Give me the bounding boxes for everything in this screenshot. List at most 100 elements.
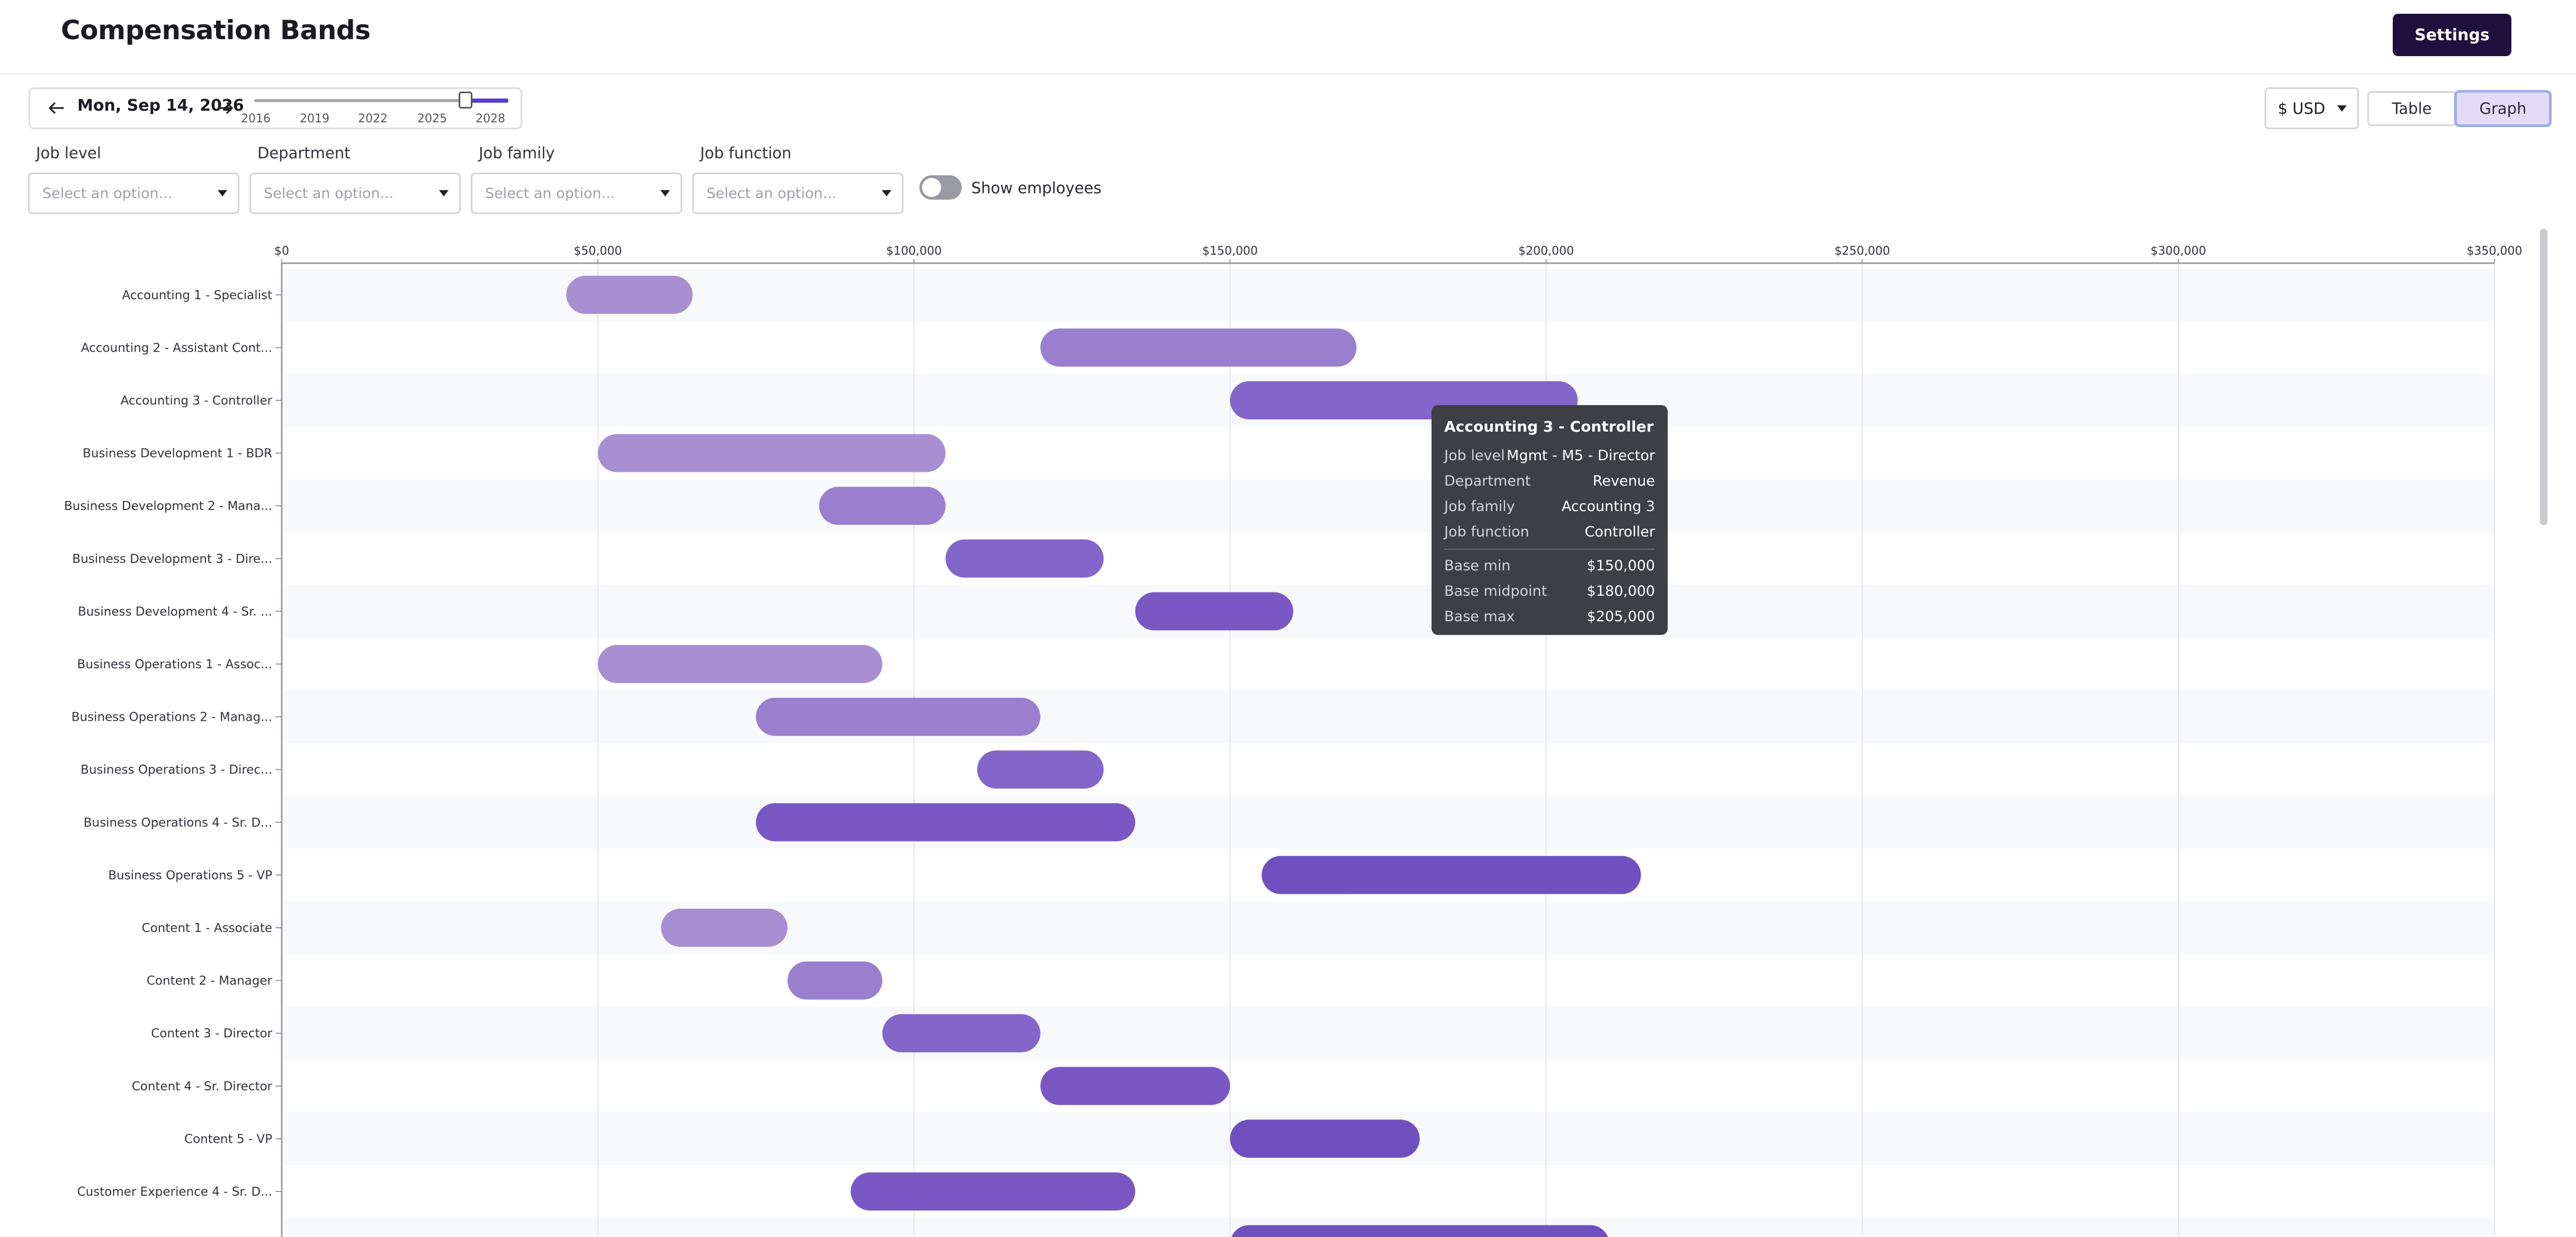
tooltip-key: Base max: [1444, 608, 1515, 625]
x-tick-label: $100,000: [886, 245, 942, 258]
date-slider-fill: [466, 98, 508, 103]
tooltip-title: Accounting 3 - Controller: [1444, 418, 1654, 435]
show-employees-label: Show employees: [971, 179, 1102, 197]
next-date-button[interactable]: [214, 96, 237, 120]
tooltip-value: $205,000: [1587, 608, 1655, 625]
tooltip-value: Revenue: [1593, 472, 1655, 489]
band-bar: [1135, 592, 1293, 631]
filter-label-job-level: Job level: [36, 144, 101, 162]
band-bar: [1040, 1066, 1230, 1105]
arrow-right-icon: [218, 102, 233, 114]
caret-down-icon: [882, 190, 891, 196]
job-level-select[interactable]: Select an option...: [28, 173, 239, 214]
year-tick: 2019: [300, 112, 329, 126]
tooltip-row: Base max $205,000: [1444, 604, 1655, 629]
band-bar: [756, 803, 1135, 841]
tooltip-row: Job level Mgmt - M5 - Director: [1444, 443, 1655, 468]
x-tick-label: $0: [274, 245, 289, 258]
year-tick: 2022: [358, 112, 388, 126]
year-tick: 2028: [476, 112, 505, 126]
compensation-bands-chart: $0 $50,000 $100,000 $150,000 $200,000 $250,00…: [64, 245, 2522, 1237]
tooltip-value: $150,000: [1587, 557, 1655, 574]
tooltip-value: Mgmt - M5 - Director: [1506, 447, 1655, 464]
tooltip-row: Department Revenue: [1444, 468, 1655, 494]
row-stripe: [282, 585, 2494, 638]
band-bar: [597, 434, 946, 472]
band-bar: [756, 697, 1041, 736]
settings-button[interactable]: Settings: [2393, 14, 2511, 56]
tooltip-row: Job function Controller: [1444, 519, 1655, 544]
band-label: Business Operations 2 - Manag...: [71, 711, 272, 724]
tooltip-key: Job family: [1444, 498, 1515, 515]
band-label: Customer Experience 4 - Sr. D...: [77, 1185, 272, 1199]
band-bar: [882, 1014, 1041, 1053]
arrow-left-icon: [49, 102, 64, 114]
band-label: Business Development 2 - Mana...: [64, 499, 272, 513]
tooltip-row: Job family Accounting 3: [1444, 494, 1655, 519]
currency-select[interactable]: $ USD: [2265, 87, 2359, 129]
band-label: Business Operations 4 - Sr. D...: [84, 816, 272, 830]
year-tick: 2025: [417, 112, 447, 126]
band-bar: [1231, 1225, 1608, 1237]
x-tick-label: $300,000: [2151, 245, 2206, 258]
filter-label-job-family: Job family: [479, 144, 555, 162]
filter-label-job-function: Job function: [700, 144, 792, 162]
tooltip-key: Department: [1444, 472, 1531, 489]
select-placeholder: Select an option...: [485, 185, 615, 202]
tab-table[interactable]: Table: [2367, 91, 2456, 126]
toggle-knob: [922, 178, 941, 197]
caret-down-icon: [218, 190, 227, 196]
band-bar: [1040, 328, 1357, 367]
band-bar: [945, 539, 1104, 578]
band-bar: [1230, 1119, 1420, 1158]
previous-date-button[interactable]: [44, 96, 68, 120]
year-tick: 2016: [241, 112, 271, 126]
caret-down-icon: [660, 190, 670, 196]
band-label: Content 3 - Director: [151, 1027, 272, 1041]
row-stripe: [282, 690, 2494, 743]
tooltip-value: Controller: [1585, 523, 1655, 540]
band-label: Business Development 3 - Dire...: [72, 552, 272, 566]
band-bar: [787, 961, 883, 1000]
band-label: Accounting 2 - Assistant Cont...: [81, 341, 272, 355]
job-function-select[interactable]: Select an option...: [692, 173, 904, 214]
x-tick-label: $50,000: [574, 245, 622, 258]
date-slider-thumb[interactable]: [459, 92, 472, 109]
job-family-select[interactable]: Select an option...: [471, 173, 682, 214]
row-stripe: [282, 901, 2494, 954]
tab-graph[interactable]: Graph: [2454, 90, 2552, 127]
row-stripe: [282, 796, 2494, 849]
department-select[interactable]: Select an option...: [249, 173, 461, 214]
row-stripe: [282, 479, 2494, 532]
band-label: Content 2 - Manager: [147, 974, 273, 988]
band-tooltip: Accounting 3 - Controller Job level Mgmt …: [1432, 405, 1668, 635]
select-placeholder: Select an option...: [264, 185, 394, 202]
tooltip-divider: [1444, 549, 1655, 550]
band-label: Business Operations 3 - Direc...: [80, 763, 272, 777]
x-tick-label: $200,000: [1518, 245, 1574, 258]
chart-scrollbar[interactable]: [2540, 229, 2547, 525]
band-label: Business Development 4 - Sr. ...: [78, 605, 272, 618]
select-placeholder: Select an option...: [706, 185, 837, 202]
band-label: Accounting 1 - Specialist: [122, 289, 272, 302]
tooltip-key: Base min: [1444, 557, 1511, 574]
band-label: Business Development 1 - BDR: [83, 447, 272, 461]
caret-down-icon: [2337, 105, 2347, 112]
show-employees-toggle[interactable]: [919, 175, 962, 200]
tooltip-row: Base min $150,000: [1444, 553, 1655, 578]
caret-down-icon: [439, 190, 449, 196]
band-bar: [977, 750, 1104, 789]
tooltip-key: Job function: [1444, 523, 1529, 540]
x-tick-label: $250,000: [1835, 245, 1890, 258]
band-label: Content 5 - VP: [184, 1132, 272, 1146]
band-bar: [819, 487, 946, 525]
band-bar: [1262, 856, 1641, 894]
header-divider: [0, 73, 2576, 75]
tooltip-key: Job level: [1444, 447, 1505, 464]
band-label: Business Operations 1 - Assoc...: [77, 658, 272, 671]
band-label: Business Operations 5 - VP: [108, 868, 272, 882]
filter-label-department: Department: [257, 144, 351, 162]
band-bar: [566, 275, 693, 314]
tooltip-value: Accounting 3: [1561, 498, 1655, 515]
tooltip-key: Base midpoint: [1444, 582, 1548, 599]
